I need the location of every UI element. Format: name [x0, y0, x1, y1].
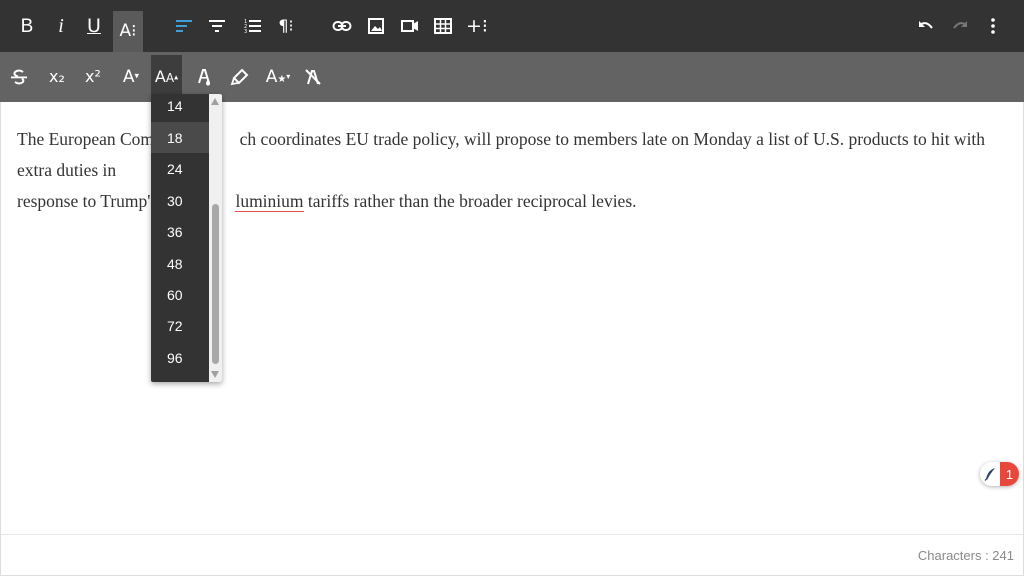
undo-button[interactable] [911, 0, 941, 52]
inline-style-icon: A★▾ [265, 66, 291, 87]
bold-button[interactable]: B [12, 0, 42, 52]
bold-icon: B [20, 15, 34, 37]
italic-icon: i [58, 15, 64, 37]
undo-icon [919, 21, 933, 29]
text-line2-start: response to Trump's s [17, 191, 169, 211]
text-line2-end: tariffs rather than the broader reciproc… [303, 191, 637, 211]
image-icon [368, 18, 384, 34]
font-size-option[interactable]: 48 [151, 248, 209, 279]
more-paragraph-button[interactable]: ¶⁝ [271, 0, 301, 52]
font-size-option[interactable]: 18 [151, 122, 209, 153]
font-size-option[interactable]: 14 [151, 94, 209, 121]
editor-footer: Characters : 241 [0, 534, 1024, 576]
insert-image-button[interactable] [361, 0, 391, 52]
link-icon [332, 21, 352, 31]
font-size-option[interactable]: 30 [151, 185, 209, 216]
scroll-up-icon[interactable] [211, 98, 219, 105]
misspelled-word[interactable]: luminium [235, 191, 304, 212]
insert-table-button[interactable] [428, 0, 458, 52]
ordered-list-button[interactable]: 123 [238, 0, 268, 52]
scroll-down-icon[interactable] [211, 371, 219, 378]
text-line1-start: The European Comm [17, 129, 168, 149]
clear-formatting-button[interactable] [298, 55, 328, 99]
character-count: Characters : 241 [917, 548, 1014, 563]
font-size-dropdown-icon: AA▴ [154, 67, 179, 86]
filter-lines-icon [209, 20, 225, 32]
font-size-dropdown[interactable]: 14 18 24 30 36 48 60 72 96 [151, 94, 222, 382]
highlighter-icon [230, 68, 249, 86]
plugin-badge[interactable]: 1 [980, 462, 1019, 486]
font-family-dropdown-icon: A▾ [122, 66, 140, 87]
background-color-button[interactable] [225, 55, 255, 99]
feather-pen-icon [980, 462, 1000, 486]
underline-button[interactable]: U [79, 0, 109, 52]
font-size-option[interactable]: 96 [151, 342, 209, 373]
insert-link-button[interactable] [327, 0, 357, 52]
video-icon [401, 20, 418, 32]
insert-video-button[interactable] [395, 0, 425, 52]
plus-more-icon: +⁝ [466, 14, 488, 37]
subscript-icon: x₂ [49, 67, 65, 86]
italic-button[interactable]: i [46, 0, 76, 52]
svg-text:3: 3 [244, 29, 247, 35]
clear-formatting-icon [305, 69, 321, 85]
font-family-button[interactable]: A▾ [116, 55, 146, 99]
vertical-dots-icon [991, 18, 995, 34]
redo-button[interactable] [945, 0, 975, 52]
more-text-button[interactable]: A⁝ [113, 11, 143, 52]
font-size-option[interactable]: 72 [151, 310, 209, 341]
dropdown-scrollbar[interactable] [209, 94, 222, 382]
redo-icon [953, 21, 967, 29]
primary-toolbar: B i U A⁝ 123 ¶⁝ +⁝ [0, 0, 1024, 52]
font-size-option[interactable]: 24 [151, 153, 209, 184]
align-left-button[interactable] [169, 0, 199, 52]
superscript-icon: x² [85, 67, 101, 86]
strikethrough-icon [11, 69, 27, 85]
badge-count: 1 [1000, 462, 1019, 486]
font-size-option[interactable]: 60 [151, 279, 209, 310]
more-insert-button[interactable]: +⁝ [462, 0, 492, 52]
text-align-button[interactable] [202, 0, 232, 52]
strikethrough-button[interactable] [4, 55, 34, 99]
table-icon [434, 18, 452, 34]
align-left-icon [176, 20, 192, 32]
subscript-button[interactable]: x₂ [42, 55, 72, 99]
inline-style-button[interactable]: A★▾ [263, 55, 293, 99]
superscript-button[interactable]: x² [78, 55, 108, 99]
paragraph-icon: ¶⁝ [278, 16, 294, 35]
underline-icon: U [87, 14, 101, 37]
text-color-button[interactable] [189, 55, 219, 99]
font-size-option[interactable]: 36 [151, 216, 209, 247]
more-misc-button[interactable] [978, 0, 1008, 52]
text-format-more-icon: A⁝ [119, 21, 137, 41]
ordered-list-icon: 123 [244, 19, 261, 35]
scrollbar-thumb[interactable] [212, 204, 219, 364]
font-size-button[interactable]: AA▴ [151, 55, 182, 99]
text-color-icon [198, 69, 210, 86]
